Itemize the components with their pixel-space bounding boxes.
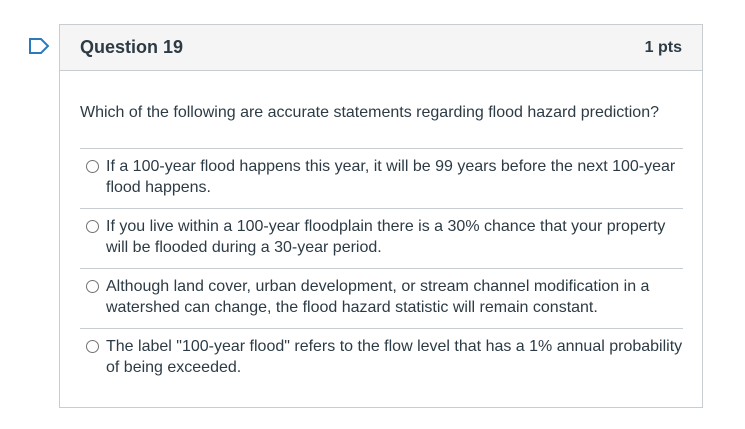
question-header: Question 19 1 pts — [60, 25, 702, 71]
question-points: 1 pts — [644, 38, 682, 56]
answer-label[interactable]: If a 100-year flood happens this year, i… — [106, 156, 683, 198]
answer-list: If a 100-year flood happens this year, i… — [80, 148, 683, 388]
answer-label[interactable]: If you live within a 100-year floodplain… — [106, 216, 683, 258]
radio-button[interactable] — [86, 340, 99, 353]
radio-button[interactable] — [86, 220, 99, 233]
answer-label[interactable]: Although land cover, urban development, … — [106, 276, 683, 318]
flag-question-icon[interactable] — [28, 37, 50, 55]
answer-option[interactable]: If you live within a 100-year floodplain… — [80, 208, 683, 268]
radio-button[interactable] — [86, 160, 99, 173]
question-card: Question 19 1 pts Which of the following… — [59, 24, 703, 408]
radio-button[interactable] — [86, 280, 99, 293]
question-prompt: Which of the following are accurate stat… — [80, 104, 659, 121]
answer-option[interactable]: Although land cover, urban development, … — [80, 268, 683, 328]
answer-option[interactable]: The label "100-year flood" refers to the… — [80, 328, 683, 388]
question-title: Question 19 — [80, 37, 184, 57]
answer-option[interactable]: If a 100-year flood happens this year, i… — [80, 148, 683, 208]
answer-label[interactable]: The label "100-year flood" refers to the… — [106, 336, 683, 378]
